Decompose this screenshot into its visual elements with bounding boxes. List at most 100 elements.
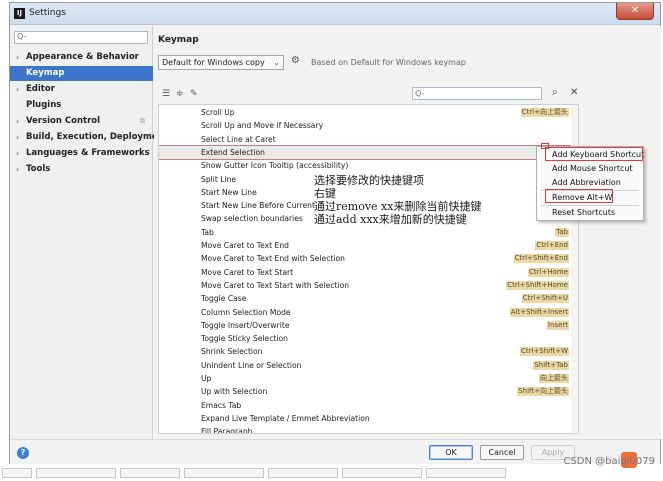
taskbar-item[interactable] — [2, 468, 32, 478]
annotation-line-1: 选择要修改的快捷键项 — [314, 174, 424, 187]
shortcut-badge: Shift+Tab — [533, 360, 569, 370]
action-name: Move Caret to Text End with Selection — [201, 254, 345, 264]
keymap-dropdown[interactable]: Default for Windows copy ⌄ — [158, 55, 284, 70]
shortcut-badge: Ctrl+End — [535, 241, 569, 250]
taskbar-item[interactable] — [36, 468, 116, 478]
action-row[interactable]: Fill Paragraph — [159, 425, 578, 433]
clear-filter-icon[interactable]: ✕ — [570, 87, 578, 98]
action-name: Emacs Tab — [201, 400, 242, 410]
help-button[interactable]: ? — [17, 447, 29, 459]
sidebar-item-label: Plugins — [26, 100, 62, 110]
sidebar-search-input[interactable]: Q- — [14, 31, 148, 44]
chevron-down-icon: ⌄ — [273, 58, 280, 67]
shortcut-badge: Ctrl+向上箭头 — [520, 108, 569, 117]
action-name: Split Line — [201, 174, 237, 184]
chevron-right-icon: › — [16, 149, 20, 158]
edit-shortcut-icon[interactable]: ✎ — [190, 89, 198, 99]
action-name: Tab — [201, 227, 214, 237]
taskbar-item[interactable] — [426, 468, 506, 478]
action-row[interactable]: Scroll Up Ctrl+向上箭头 — [159, 106, 578, 119]
action-row[interactable]: Toggle Case Ctrl+Shift+U — [159, 292, 578, 305]
action-name: Up with Selection — [201, 387, 268, 397]
sidebar-item-label: Appearance & Behavior — [26, 52, 139, 62]
sidebar-item[interactable]: › Appearance & Behavior — [10, 50, 153, 65]
action-row[interactable]: Emacs Tab — [159, 399, 578, 412]
action-row[interactable]: Shrink Selection Ctrl+Shift+W — [159, 345, 578, 358]
action-name: Toggle Case — [201, 294, 247, 304]
sidebar-item-label: Editor — [26, 84, 55, 94]
action-name: Up — [201, 374, 212, 383]
add-abbreviation-item[interactable]: Add Abbreviation — [552, 178, 621, 187]
action-row[interactable]: Tab Tab — [159, 226, 578, 239]
annotation-line-4: 通过add xxx来增加新的快捷键 — [314, 213, 467, 226]
action-name: Move Caret to Text Start — [201, 267, 294, 277]
action-row[interactable]: Move Caret to Text End Ctrl+End — [159, 239, 578, 252]
gear-icon[interactable]: ⚙ — [291, 55, 300, 66]
action-row[interactable]: Move Caret to Text End with Selection Ctr… — [159, 252, 578, 265]
taskbar-item[interactable] — [184, 468, 264, 478]
sidebar-item[interactable]: › Languages & Frameworks — [10, 146, 153, 161]
ok-button[interactable]: OK — [429, 445, 473, 460]
action-row[interactable]: Select Line at Caret — [159, 133, 578, 146]
chevron-right-icon: › — [16, 165, 20, 174]
window-title: Settings — [29, 8, 66, 18]
action-row[interactable]: Scroll Up and Move if Necessary — [159, 119, 578, 132]
action-name: Expand Live Template / Emmet Abbreviatio… — [201, 413, 370, 423]
settings-window: IJ Settings ✕ Q- › Appearance & Behavior K… — [9, 2, 661, 464]
cancel-button[interactable]: Cancel — [480, 445, 524, 460]
annotation-line-3: 通过remove xx来删除当前快捷键 — [314, 200, 482, 213]
action-row[interactable]: Up 向上箭头 — [159, 372, 578, 385]
taskbar-item[interactable] — [268, 468, 338, 478]
shortcut-badge: Insert — [546, 320, 569, 330]
add-mouse-shortcut-item[interactable]: Add Mouse Shortcut — [552, 164, 633, 173]
action-row[interactable]: Expand Live Template / Emmet Abbreviatio… — [159, 412, 578, 425]
shortcut-badge: Ctrl+Shift+W — [519, 347, 569, 357]
sidebar-item[interactable]: › Version Control ⧉ — [10, 114, 153, 129]
sidebar-item[interactable]: › Tools — [10, 162, 153, 177]
menu-separator — [541, 205, 639, 206]
taskbar-item[interactable] — [342, 468, 422, 478]
sidebar-item[interactable]: Plugins — [10, 98, 153, 113]
action-name: Start New Line — [201, 187, 257, 197]
highlight-add-shortcut — [545, 147, 643, 161]
sidebar-item[interactable]: › Build, Execution, Deployment — [10, 130, 168, 145]
action-name: Shrink Selection — [201, 347, 263, 357]
action-name: Swap selection boundaries — [201, 214, 303, 224]
find-shortcut-icon[interactable]: ⌕ — [552, 87, 558, 98]
action-row[interactable]: Move Caret to Text Start Ctrl+Home — [159, 266, 578, 279]
action-row[interactable]: Unindent Line or Selection Shift+Tab — [159, 359, 578, 372]
sidebar-item-label: Tools — [26, 164, 51, 174]
reset-shortcuts-item[interactable]: Reset Shortcuts — [552, 208, 615, 217]
settings-sidebar: Q- › Appearance & Behavior Keymap › Editor Pl… — [10, 26, 168, 439]
shortcut-badge: Ctrl+Shift+Home — [506, 280, 569, 290]
action-row[interactable]: Toggle Sticky Selection — [159, 332, 578, 345]
annotation-line-2: 右键 — [314, 187, 336, 200]
collapse-all-icon[interactable]: ≑ — [176, 89, 184, 99]
expand-all-icon[interactable]: ☰ — [162, 89, 170, 99]
sidebar-item[interactable]: › Editor — [10, 82, 153, 97]
action-name: Move Caret to Text End — [201, 241, 289, 250]
action-row[interactable]: Show Gutter Icon Tooltip (accessibility)… — [159, 159, 578, 172]
keymap-panel: Keymap Default for Windows copy ⌄ ⚙ Base… — [154, 26, 661, 439]
taskbar-item[interactable] — [120, 468, 180, 478]
action-name: Toggle Sticky Selection — [201, 334, 288, 344]
action-row[interactable]: Toggle Insert/Overwrite Insert — [159, 319, 578, 332]
action-list: Scroll Up Ctrl+向上箭头 Scroll Up and Move if … — [158, 104, 579, 434]
close-button[interactable]: ✕ — [616, 3, 654, 20]
chevron-right-icon: › — [16, 133, 20, 142]
action-row[interactable]: Column Selection Mode Alt+Shift+Insert — [159, 306, 578, 319]
keymap-dropdown-value: Default for Windows copy — [162, 58, 265, 67]
sidebar-item-label: Keymap — [26, 68, 65, 78]
action-name: Column Selection Mode — [201, 307, 291, 317]
action-row[interactable]: Up with Selection Shift+向上箭头 — [159, 385, 578, 398]
action-row[interactable]: Extend SelectionCtrl+W — [159, 144, 578, 160]
action-row[interactable]: Move Caret to Text Start with Selection C… — [159, 279, 578, 292]
sidebar-item[interactable]: Keymap — [10, 66, 153, 81]
shortcut-badge: Ctrl+Shift+U — [521, 294, 569, 304]
action-search-input[interactable]: Q- — [412, 87, 542, 100]
title-bar: IJ Settings ✕ — [10, 3, 660, 25]
page-title: Keymap — [158, 35, 199, 45]
action-name: Select Line at Caret — [201, 134, 276, 144]
chevron-right-icon: › — [16, 85, 20, 94]
shortcut-badge: Ctrl+Home — [528, 267, 569, 277]
